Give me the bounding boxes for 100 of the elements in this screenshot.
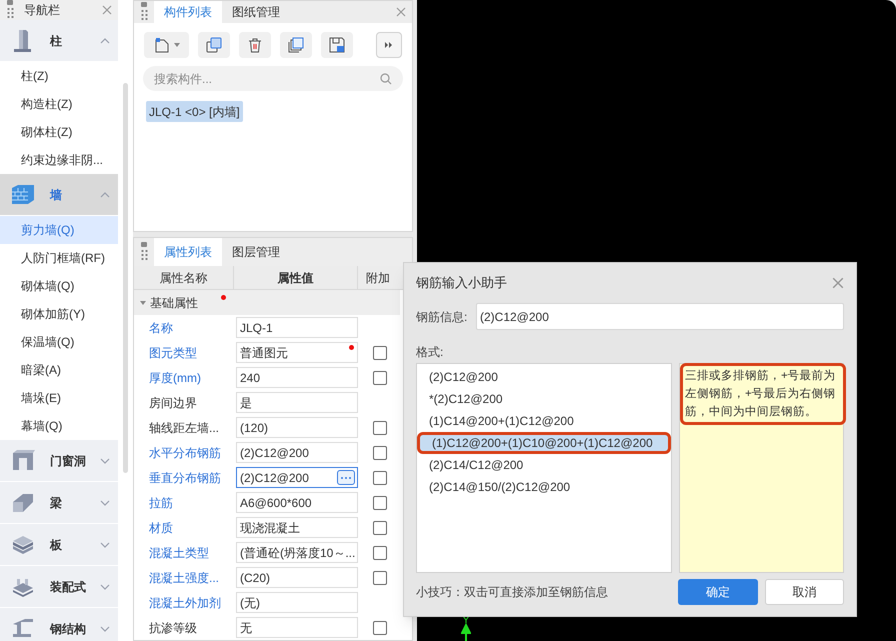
property-value-field[interactable]: 现浇混凝土 (236, 517, 358, 538)
category-header[interactable]: 柱 (0, 20, 118, 62)
ellipsis-button[interactable] (337, 470, 355, 485)
scrollbar-thumb[interactable] (123, 83, 128, 473)
format-item[interactable]: *(2)C12@200 (417, 388, 671, 410)
search-field[interactable]: 搜索构件... (143, 66, 403, 91)
property-value-field[interactable]: (普通砼(坍落度10～... (236, 542, 358, 563)
new-component-button[interactable] (144, 32, 189, 58)
copy-button[interactable] (198, 32, 230, 58)
nav-item[interactable]: 砌体加筋(Y) (0, 300, 118, 328)
nav-item[interactable]: 砌体墙(Q) (0, 272, 118, 300)
lock-grip-icon[interactable] (140, 242, 148, 262)
save-button[interactable] (321, 32, 353, 58)
category-header[interactable]: 钢结构 (0, 608, 118, 641)
close-icon[interactable] (102, 5, 112, 15)
nav-item[interactable]: 构造柱(Z) (0, 90, 118, 118)
property-value-field[interactable]: JLQ-1 (236, 317, 358, 338)
category-header[interactable]: 门窗洞 (0, 440, 118, 482)
property-value: (2)C12@200 (240, 470, 309, 486)
more-button[interactable] (376, 32, 402, 58)
property-value: 现浇混凝土 (240, 520, 300, 536)
format-item[interactable]: (2)C12@200 (417, 366, 671, 388)
property-value-field[interactable]: 无 (236, 617, 358, 638)
nav-item[interactable]: 砌体柱(Z) (0, 118, 118, 146)
chevron-down-icon[interactable] (100, 584, 110, 590)
nav-item[interactable]: 剪力墙(Q) (0, 216, 118, 244)
attach-checkbox[interactable] (373, 470, 387, 484)
nav-title: 导航栏 (24, 2, 61, 19)
nav-item[interactable]: 约束边缘非阴... (0, 146, 118, 174)
property-value-field[interactable]: (2)C12@200 (236, 467, 358, 488)
property-value-field[interactable]: (无) (236, 592, 358, 613)
property-value-field[interactable]: 普通图元 (236, 342, 358, 363)
chevron-down-icon[interactable] (100, 500, 110, 506)
floppy-icon (329, 37, 345, 53)
chevron-up-icon[interactable] (100, 38, 110, 44)
panel-tab[interactable]: 属性列表 (154, 238, 222, 266)
component-item[interactable]: JLQ-1 <0> [内墙] (146, 101, 243, 122)
collapse-caret-icon[interactable] (140, 300, 146, 304)
search-input[interactable]: 搜索构件... (154, 70, 380, 88)
confirm-button[interactable]: 确定 (678, 579, 758, 605)
chevron-down-icon[interactable] (100, 626, 110, 632)
lock-grip-icon[interactable] (6, 0, 14, 20)
panel-tab[interactable]: 图纸管理 (222, 1, 290, 23)
attach-checkbox[interactable] (373, 496, 387, 510)
column-header: 附加 (365, 270, 391, 286)
attach-checkbox[interactable] (373, 346, 387, 360)
lock-grip-icon[interactable] (140, 2, 148, 22)
nav-item[interactable]: 保温墙(Q) (0, 328, 118, 356)
field-label: 钢筋信息: (416, 308, 468, 326)
nav-item[interactable]: 墙垛(E) (0, 384, 118, 412)
close-icon[interactable] (396, 7, 406, 17)
caret-icon[interactable] (174, 43, 180, 47)
chevron-down-icon[interactable] (100, 542, 110, 548)
search-icon[interactable] (380, 72, 392, 84)
duplicate-button[interactable] (280, 32, 312, 58)
property-name: 房间边界 (148, 394, 198, 412)
attach-checkbox[interactable] (373, 446, 387, 460)
tip-text: 小技巧：双击可直接添加至钢筋信息 (416, 584, 609, 601)
category-header[interactable]: 装配式 (0, 566, 118, 608)
column-header: 属性值 (234, 266, 358, 289)
nav-item[interactable]: 幕墙(Q) (0, 412, 118, 440)
close-icon[interactable] (832, 277, 844, 289)
property-value-field[interactable]: (C20) (236, 567, 358, 588)
copy-icon (206, 37, 222, 53)
attach-checkbox[interactable] (373, 570, 387, 584)
nav-item[interactable]: 人防门框墙(RF) (0, 244, 118, 272)
category-header[interactable]: 梁 (0, 482, 118, 524)
property-value: A6@600*600 (240, 494, 312, 512)
attach-checkbox[interactable] (373, 370, 387, 384)
property-value-field[interactable]: (2)C12@200 (236, 442, 358, 463)
panel-tab[interactable]: 构件列表 (154, 1, 222, 23)
nav-item[interactable]: 柱(Z) (0, 62, 118, 90)
attach-checkbox[interactable] (373, 620, 387, 634)
cancel-button[interactable]: 取消 (764, 579, 844, 605)
format-item[interactable]: (2)C14/C12@200 (417, 454, 671, 476)
format-description: 三排或多排钢筋，+号最前为左侧钢筋，+号最后为右侧钢筋，中间为中间层钢筋。 (680, 363, 846, 425)
property-name: 混凝土类型 (148, 544, 210, 562)
format-item[interactable]: (1)C12@200+(1)C10@200+(1)C12@200 (417, 432, 671, 454)
trash-icon (247, 37, 263, 53)
chevron-up-icon[interactable] (100, 192, 110, 198)
delete-button[interactable] (239, 32, 271, 58)
category-header[interactable]: 板 (0, 524, 118, 566)
property-value: 普通图元 (240, 344, 288, 362)
property-value-field[interactable]: 是 (236, 392, 358, 413)
chevron-down-icon[interactable] (100, 458, 110, 464)
double-arrow-icon (385, 42, 393, 48)
formats-label: 格式: (416, 344, 444, 361)
property-value: 无 (240, 620, 252, 636)
format-item[interactable]: (2)C14@150/(2)C12@200 (417, 476, 671, 498)
property-value-field[interactable]: (120) (236, 417, 358, 438)
panel-tab[interactable]: 图层管理 (222, 238, 290, 266)
format-item[interactable]: (1)C14@200+(1)C12@200 (417, 410, 671, 432)
nav-item[interactable]: 暗梁(A) (0, 356, 118, 384)
attach-checkbox[interactable] (373, 420, 387, 434)
property-value-field[interactable]: A6@600*600 (236, 492, 358, 513)
attach-checkbox[interactable] (373, 546, 387, 560)
property-value-field[interactable]: 240 (236, 367, 358, 388)
property-name: 水平分布钢筋 (148, 444, 222, 462)
rebar-info-field[interactable]: (2)C12@200 (476, 303, 844, 330)
attach-checkbox[interactable] (373, 520, 387, 534)
